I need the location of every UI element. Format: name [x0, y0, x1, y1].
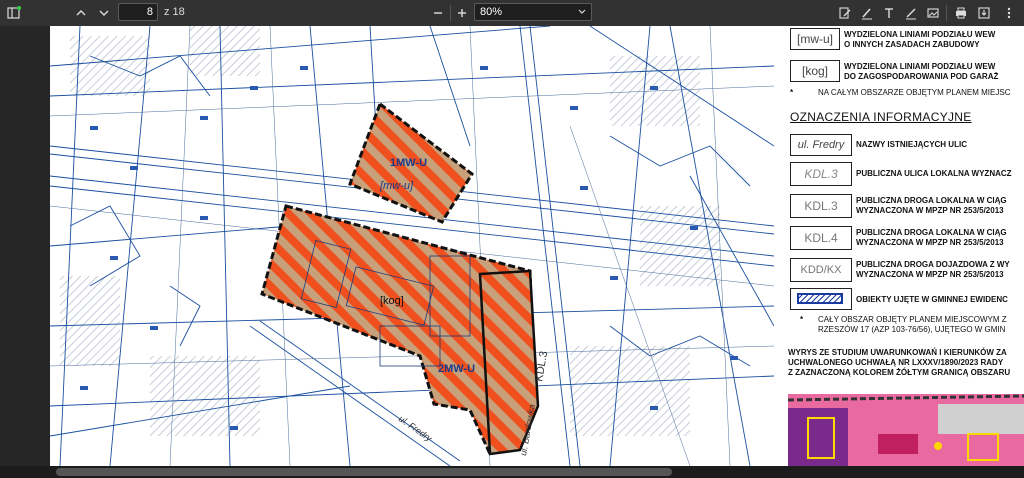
toolbar: 8 z 18 80% [0, 0, 1024, 26]
horizontal-scrollbar[interactable] [0, 466, 1024, 478]
next-page-button[interactable] [95, 3, 113, 23]
legend-note: NA CAŁYM OBSZARZE OBJĘTYM PLANEM MIEJSC [818, 88, 1011, 97]
legend-note: CAŁY OBSZAR OBJĘTY PLANEM MIEJSCOWYM Z [818, 315, 1007, 324]
legend-box-street-name: ul. Fredry [790, 134, 852, 156]
legend-text: PUBLICZNA ULICA LOKALNA WYZNACZ [856, 169, 1012, 178]
study-title: WYRYS ZE STUDIUM UWARUNKOWAŃ I KIERUNKÓW… [788, 348, 1007, 357]
previous-page-button[interactable] [72, 3, 90, 23]
highlight-icon[interactable] [858, 3, 876, 23]
zoom-out-button[interactable] [430, 3, 446, 23]
study-title: UCHWALONEGO UCHWAŁĄ NR LXXXV/1890/2023 R… [788, 358, 1004, 367]
legend-swatch-heritage [790, 288, 852, 310]
legend-heading: OZNACZENIA INFORMACYJNE [790, 110, 972, 124]
save-icon[interactable] [975, 3, 993, 23]
legend-box-kdl4: KDL.4 [790, 226, 852, 250]
legend-text: WYZNACZONA W MPZP NR 253/5/2013 [856, 206, 1004, 215]
legend-box-kog: [kog] [790, 60, 840, 82]
legend-box-mw-u: [mw-u] [790, 28, 840, 50]
legend-text: O INNYCH ZASADACH ZABUDOWY [844, 40, 980, 49]
legend-text: PUBLICZNA DROGA LOKALNA W CIĄG [856, 196, 1007, 205]
more-options-icon[interactable] [1000, 3, 1018, 23]
toolbar-divider [946, 5, 947, 21]
study-title: Z ZAZNACZONĄ KOLOREM ŻÓŁTYM GRANICĄ OBSZ… [788, 368, 1011, 377]
zoom-value: 80% [480, 6, 503, 18]
zoom-select[interactable]: 80% [474, 3, 592, 21]
print-icon[interactable] [952, 3, 970, 23]
scrollbar-thumb[interactable] [56, 468, 672, 476]
study-map-excerpt [788, 394, 1024, 466]
planning-map: 1MW-U [mw-u] [kog] 2MW-U KDL.3 ul. Bardo… [50, 26, 774, 466]
legend-text: DO ZAGOSPODAROWANIA POD GARAŻ [844, 72, 999, 81]
zoom-in-button[interactable] [454, 3, 470, 23]
text-tool-icon[interactable] [880, 3, 898, 23]
chevron-down-icon [577, 4, 587, 25]
page-number-input[interactable]: 8 [118, 3, 158, 21]
pdf-page-map: 1MW-U [mw-u] [kog] 2MW-U KDL.3 ul. Bardo… [50, 26, 774, 466]
map-legend: [mw-u] WYDZIELONA LINIAMI PODZIAŁU WEW O… [774, 26, 1024, 466]
page-total-label: z 18 [164, 6, 185, 18]
legend-text: WYZNACZONA W MPZP NR 253/5/2013 [856, 238, 1004, 247]
legend-text: PUBLICZNA DROGA LOKALNA W CIĄG [856, 228, 1007, 237]
image-icon[interactable] [924, 3, 942, 23]
map-label-kog: [kog] [380, 295, 404, 307]
legend-text: WYDZIELONA LINIAMI PODZIAŁU WEW [844, 62, 996, 71]
legend-box-kdl3: KDL.3 [790, 162, 852, 186]
legend-box-kdl3-mpzp: KDL.3 [790, 194, 852, 218]
study-map-image [788, 394, 1024, 466]
legend-text: PUBLICZNA DROGA DOJAZDOWA Z WY [856, 260, 1010, 269]
legend-bullet: * [790, 88, 794, 97]
sidebar-toggle-icon[interactable] [4, 3, 24, 23]
legend-text: NAZWY ISTNIEJĄCYCH ULIC [856, 140, 967, 149]
map-label-1mw-u: 1MW-U [390, 157, 427, 169]
legend-box-kdd-kx: KDD/KX [790, 258, 852, 282]
draw-icon[interactable] [902, 3, 920, 23]
map-label-2mw-u: 2MW-U [438, 363, 475, 375]
legend-text: OBIEKTY UJĘTE W GMINNEJ EWIDENC [856, 295, 1008, 304]
legend-bullet: * [800, 315, 804, 324]
legend-text: WYDZIELONA LINIAMI PODZIAŁU WEW [844, 30, 996, 39]
toolbar-divider [450, 5, 451, 21]
document-viewer[interactable]: 1MW-U [mw-u] [kog] 2MW-U KDL.3 ul. Bardo… [0, 26, 1024, 466]
legend-note: RZESZÓW 17 (AZP 103-76/56), UJĘTEGO W GM… [818, 325, 1006, 334]
legend-text: WYZNACZONA W MPZP NR 253/5/2013 [856, 270, 1004, 279]
map-label-mw-u: [mw-u] [379, 180, 414, 192]
edit-text-icon[interactable] [836, 3, 854, 23]
